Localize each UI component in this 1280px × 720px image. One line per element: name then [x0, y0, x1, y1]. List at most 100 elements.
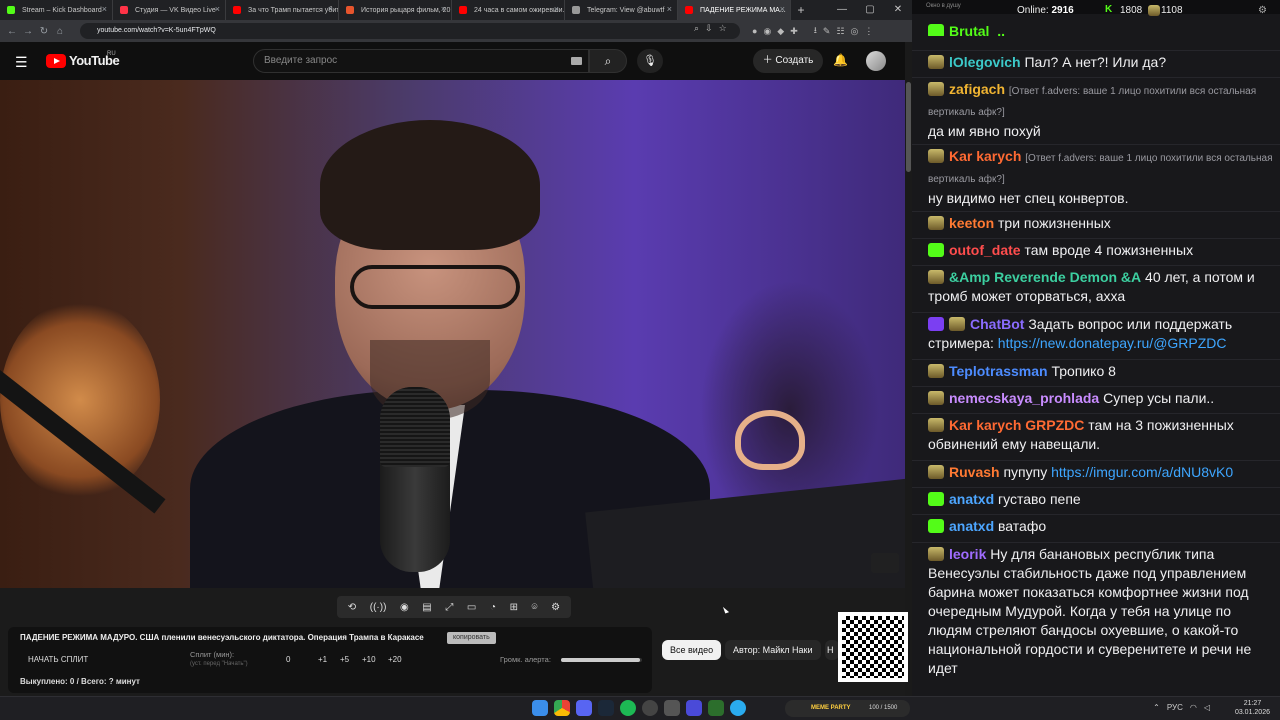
browser-tab[interactable]: 24 часа в самом ожиревши... ×	[452, 0, 565, 20]
chat-username[interactable]: anatxd	[949, 491, 994, 507]
chat-link[interactable]: https://new.donatepay.ru/@GRPZDC	[998, 335, 1227, 351]
film-icon[interactable]: ▤	[422, 602, 431, 613]
voice-search-button[interactable]: 🎙	[637, 49, 663, 73]
chat-username[interactable]: keeton	[949, 215, 994, 231]
add-icon[interactable]: ⊞	[510, 602, 518, 613]
chat-username[interactable]: lOlegovich	[949, 54, 1021, 70]
discord-icon[interactable]	[576, 700, 592, 716]
chat-username[interactable]: ChatBot	[970, 316, 1024, 332]
page-scrollbar[interactable]	[905, 42, 912, 696]
tray-chevron-icon[interactable]: ⌃	[1153, 703, 1160, 712]
menu-kebab-icon[interactable]: ⋮	[864, 26, 873, 37]
extension-icon[interactable]: ◉	[763, 26, 771, 37]
youtube-logo-icon[interactable]	[46, 54, 66, 68]
chat-username[interactable]: Teplotrassman	[949, 363, 1048, 379]
hamburger-menu-icon[interactable]: ☰	[15, 54, 28, 71]
screenshot-icon[interactable]: ⌾	[532, 602, 538, 613]
browser-tab[interactable]: История рыцаря фильм, 20... ×	[339, 0, 452, 20]
url-field[interactable]: youtube.com/watch?v=K-5un4FTpWQ	[80, 23, 740, 39]
steam-icon[interactable]	[598, 700, 614, 716]
search-button[interactable]: ⌕	[589, 49, 627, 73]
browser-tab[interactable]: Студия — VK Видео Live ×	[113, 0, 226, 20]
tab-close-icon[interactable]: ×	[215, 4, 220, 14]
copy-title-button[interactable]: копировать	[447, 632, 496, 644]
keyboard-icon[interactable]	[571, 57, 582, 65]
chat-username[interactable]: leorik	[949, 546, 986, 562]
chat-username[interactable]: anatxd	[949, 518, 994, 534]
tab-close-icon[interactable]: ×	[780, 4, 785, 14]
app-icon[interactable]	[708, 700, 724, 716]
channel-watermark[interactable]	[871, 553, 899, 573]
app-icon[interactable]	[686, 700, 702, 716]
chip-more[interactable]: Н	[825, 640, 839, 660]
puzzle-icon[interactable]: ✚	[790, 26, 798, 37]
clock[interactable]: 21:27 03.01.2026	[1235, 699, 1270, 717]
start-split-button[interactable]: НАЧАТЬ СПЛИТ	[28, 655, 88, 664]
spotify-icon[interactable]	[620, 700, 636, 716]
speed-icon[interactable]: ◔	[490, 602, 496, 613]
chat-username[interactable]: zafigach	[949, 81, 1005, 97]
chat-settings-icon[interactable]: ⚙	[1258, 5, 1267, 16]
obs-icon[interactable]	[642, 700, 658, 716]
browser-tab[interactable]: Telegram: View @abuwtf ×	[565, 0, 678, 20]
chrome-icon[interactable]	[554, 700, 570, 716]
split-value[interactable]: 0	[286, 655, 290, 664]
browser-tab[interactable]: За что Трамп пытается убить... ×	[226, 0, 339, 20]
extension-icon[interactable]: ☷	[836, 26, 844, 37]
add-1-button[interactable]: +1	[318, 655, 327, 664]
account-avatar[interactable]	[866, 51, 886, 71]
chat-username[interactable]: Brutal_..	[949, 24, 1005, 36]
chat-username[interactable]: Kar karych	[949, 417, 1021, 433]
app-icon[interactable]	[664, 700, 680, 716]
tab-close-icon[interactable]: ×	[328, 4, 333, 14]
video-player[interactable]	[0, 80, 905, 588]
meme-party-widget[interactable]: MEME PARTY 100 / 1500	[785, 700, 910, 717]
maximize-icon[interactable]: ▢	[856, 0, 884, 20]
expand-icon[interactable]: ⤢	[445, 602, 453, 613]
wifi-icon[interactable]: ◠	[1190, 703, 1197, 712]
tab-close-icon[interactable]: ×	[554, 4, 559, 14]
browser-tab[interactable]: ПАДЕНИЕ РЕЖИМА МА... ×	[678, 0, 791, 20]
bookmark-star-icon[interactable]: ☆	[719, 23, 727, 34]
audio-icon[interactable]: ((·))	[370, 602, 387, 613]
chat-username[interactable]: outof_date	[949, 242, 1021, 258]
chip-author[interactable]: Автор: Майкл Наки	[725, 640, 821, 660]
home-icon[interactable]: ⌂	[52, 26, 68, 37]
search-input[interactable]: Введите запрос	[253, 49, 589, 73]
chat-mention[interactable]: GRPZDC	[1025, 417, 1084, 433]
loop-icon[interactable]: ⟲	[348, 602, 356, 613]
add-20-button[interactable]: +20	[388, 655, 402, 664]
language-indicator[interactable]: РУС	[1167, 703, 1183, 712]
settings-gear-icon[interactable]: ⚙	[551, 602, 560, 613]
add-5-button[interactable]: +5	[340, 655, 349, 664]
chip-all-videos[interactable]: Все видео	[662, 640, 722, 660]
extension-icon[interactable]: ◆	[777, 26, 784, 37]
chat-username[interactable]: nemecskaya_prohlada	[949, 390, 1099, 406]
chat-username[interactable]: &Amp Reverende Demon &A	[949, 269, 1141, 285]
extension-icon[interactable]: ✎	[823, 26, 831, 37]
download-icon[interactable]: ⭳	[814, 23, 817, 39]
reload-icon[interactable]: ↻	[36, 26, 52, 37]
cinema-icon[interactable]: ▭	[467, 602, 476, 613]
back-icon[interactable]: ←	[4, 26, 20, 37]
chat-link[interactable]: https://imgur.com/a/dNU8vK0	[1051, 464, 1233, 480]
add-10-button[interactable]: +10	[362, 655, 376, 664]
tab-close-icon[interactable]: ×	[441, 4, 446, 14]
zoom-icon[interactable]: ⌕	[694, 23, 699, 34]
install-icon[interactable]: ⇩	[705, 23, 713, 34]
scrollbar-thumb[interactable]	[906, 82, 911, 172]
close-icon[interactable]: ✕	[884, 0, 912, 20]
minimize-icon[interactable]: —	[828, 0, 856, 20]
extension-icon[interactable]: ●	[752, 26, 757, 36]
notifications-bell-icon[interactable]: 🔔	[833, 53, 848, 67]
volume-icon[interactable]: ◁	[1204, 703, 1210, 712]
eye-icon[interactable]: ◉	[400, 602, 409, 613]
chat-username[interactable]: Kar karych	[949, 148, 1021, 164]
chat-username[interactable]: Ruvash	[949, 464, 1000, 480]
tab-close-icon[interactable]: ×	[667, 4, 672, 14]
alert-volume-slider[interactable]	[561, 658, 642, 662]
profile-icon[interactable]: ◎	[851, 26, 859, 37]
tab-close-icon[interactable]: ×	[102, 4, 107, 14]
start-icon[interactable]	[532, 700, 548, 716]
new-tab-icon[interactable]: +	[791, 3, 811, 17]
